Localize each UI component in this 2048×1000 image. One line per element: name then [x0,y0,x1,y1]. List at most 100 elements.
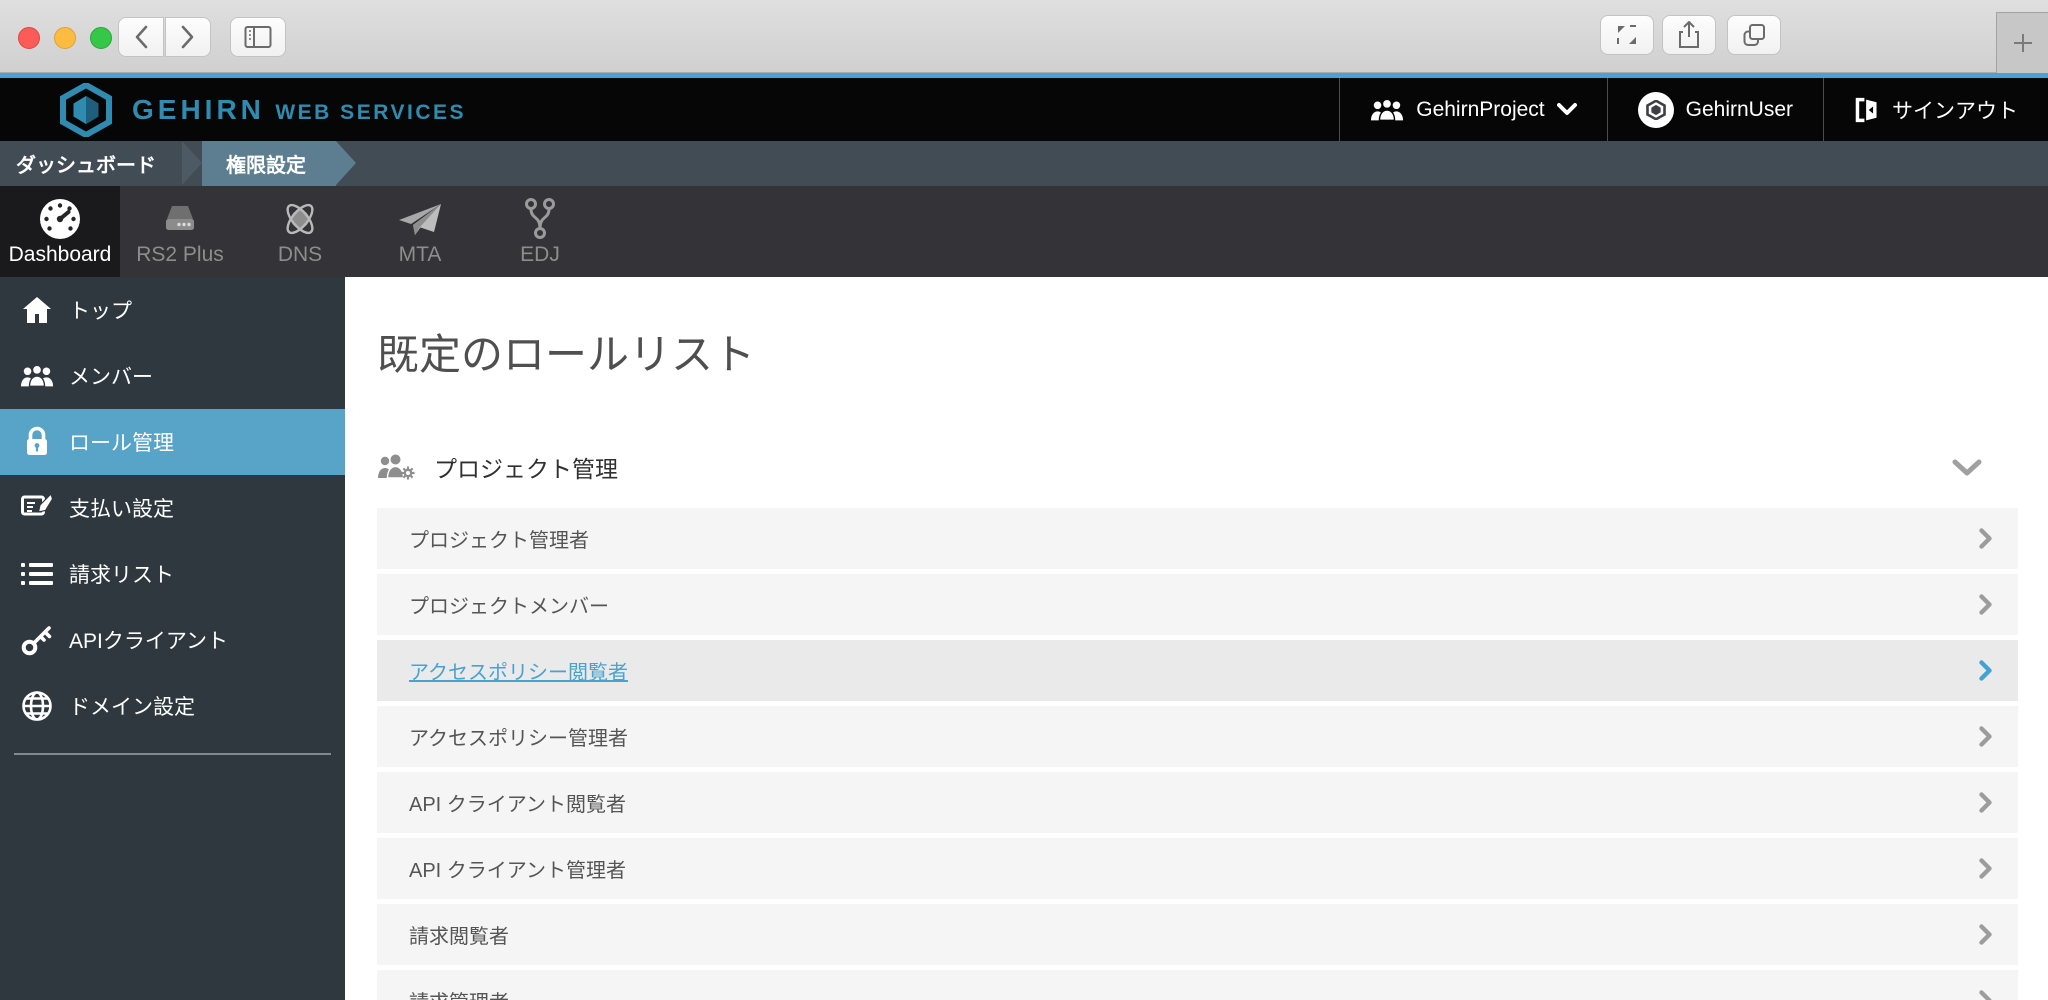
signout-button[interactable]: サインアウト [1823,78,2048,141]
payment-icon [21,493,53,516]
tab-overview-button[interactable] [1727,15,1781,55]
role-group-header[interactable]: プロジェクト管理 [377,442,2018,492]
new-tab-button[interactable] [1996,12,2048,73]
chevron-right-icon [1979,594,1992,615]
role-row-api-client-admin[interactable]: API クライアント管理者 [377,838,2018,899]
sidebar-item-label: トップ [69,300,132,323]
sidebar-item-roles[interactable]: ロール管理 [0,409,345,475]
role-label: プロジェクトメンバー [409,596,609,618]
role-label: 請求管理者 [409,986,509,1000]
gehirn-hexagon-icon [60,82,112,137]
chevron-right-icon [1979,726,1992,747]
share-icon [1679,21,1699,48]
breadcrumb-permissions[interactable]: 権限設定 [202,141,336,186]
nav-item-edj[interactable]: EDJ [480,186,600,277]
chevron-right-icon [1979,660,1992,681]
role-row-api-client-viewer[interactable]: API クライアント閲覧者 [377,772,2018,833]
sidebar-item-label: 支払い設定 [69,498,174,521]
role-group-title: プロジェクト管理 [434,456,618,482]
breadcrumb: ダッシュボード 権限設定 [0,141,2048,186]
chevron-right-icon [1979,990,1992,1000]
sidebar-item-label: 請求リスト [69,564,174,587]
fullscreen-button[interactable] [1600,15,1654,55]
zoom-window-button[interactable] [90,27,112,49]
main-content: 既定のロールリスト プロジェクト管理 プロジェクト管理者 プロジェクトメンバー [345,277,2048,1000]
chevron-down-icon [1556,103,1577,115]
nav-item-dns[interactable]: DNS [240,186,360,277]
gehirn-logo[interactable]: GEHIRN WEB SERVICES [0,82,1339,137]
breadcrumb-arrow-icon [182,141,202,185]
role-label: 請求閲覧者 [409,926,509,948]
nav-item-dashboard[interactable]: Dashboard [0,186,120,277]
sidebar-item-domains[interactable]: ドメイン設定 [0,673,345,739]
nav-item-label: MTA [398,243,442,266]
close-window-button[interactable] [18,27,40,49]
git-branch-icon [525,198,555,239]
breadcrumb-arrow-icon [336,141,356,185]
breadcrumb-dashboard[interactable]: ダッシュボード [0,141,182,186]
nav-item-label: Dashboard [8,243,112,266]
share-button[interactable] [1662,15,1716,55]
minimize-window-button[interactable] [54,27,76,49]
browser-toolbar [0,0,2048,73]
users-gear-icon [378,454,415,480]
project-menu[interactable]: GehirnProject [1339,78,1606,141]
chevron-right-icon [181,25,194,49]
nav-item-mta[interactable]: MTA [360,186,480,277]
role-row-access-policy-admin[interactable]: アクセスポリシー管理者 [377,706,2018,767]
signout-icon [1855,97,1877,122]
brand-title: GEHIRN [132,93,265,125]
header-menu: GehirnProject GehirnUser サインアウト [1339,78,2048,141]
role-label: API クライアント管理者 [409,860,626,882]
sidebar-item-label: ドメイン設定 [69,696,195,719]
sidebar-item-api-clients[interactable]: APIクライアント [0,607,345,673]
chevron-down-icon [1952,459,1982,475]
gehirn-avatar-icon [1645,99,1666,120]
role-row-access-policy-viewer[interactable]: アクセスポリシー閲覧者 [377,640,2018,701]
sidebar-item-label: APIクライアント [69,630,229,653]
traffic-lights [18,27,112,49]
sidebar-item-billing[interactable]: 請求リスト [0,541,345,607]
user-menu-label: GehirnUser [1685,97,1793,121]
breadcrumb-label: ダッシュボード [16,155,156,177]
chevron-right-icon [1979,924,1992,945]
role-label: API クライアント閲覧者 [409,794,626,816]
role-row-project-admin[interactable]: プロジェクト管理者 [377,508,2018,569]
user-menu[interactable]: GehirnUser [1606,78,1823,141]
paper-plane-icon [399,204,441,235]
product-nav: Dashboard RS2 Plus DNS MTA EDJ [0,186,2048,277]
role-label: プロジェクト管理者 [409,530,589,552]
role-label: アクセスポリシー閲覧者 [409,662,628,684]
brand-subtitle: WEB SERVICES [275,100,467,124]
sidebar-icon [244,26,272,48]
back-button[interactable] [118,17,164,57]
app-header: GEHIRN WEB SERVICES GehirnProject Gehirn… [0,78,2048,141]
atom-icon [286,203,314,235]
nav-item-rs2-plus[interactable]: RS2 Plus [120,186,240,277]
project-menu-label: GehirnProject [1416,97,1545,121]
sidebar: トップ メンバー ロール管理 支払い設定 請求リスト APIクライアント ドメイ… [0,277,345,1000]
chevron-right-icon [1979,528,1992,549]
role-row-billing-admin[interactable]: 請求管理者 [377,970,2018,1000]
chevron-right-icon [1979,858,1992,879]
users-icon [1371,98,1404,121]
speedometer-icon [40,199,80,239]
sidebar-toggle-button[interactable] [230,17,286,57]
home-icon [23,297,51,323]
forward-button[interactable] [165,17,211,57]
server-icon [166,206,194,230]
sidebar-item-label: ロール管理 [69,432,174,455]
role-row-billing-viewer[interactable]: 請求閲覧者 [377,904,2018,965]
sidebar-item-members[interactable]: メンバー [0,343,345,409]
sidebar-item-label: メンバー [69,366,153,389]
key-icon [21,626,52,656]
chevron-left-icon [135,25,148,49]
role-row-project-member[interactable]: プロジェクトメンバー [377,574,2018,635]
plus-icon [2013,34,2032,52]
nav-item-label: DNS [277,243,323,266]
role-label: アクセスポリシー管理者 [409,728,628,750]
nav-item-label: EDJ [520,243,560,266]
sidebar-item-payment[interactable]: 支払い設定 [0,475,345,541]
sidebar-item-top[interactable]: トップ [0,277,345,343]
user-avatar [1637,91,1674,128]
